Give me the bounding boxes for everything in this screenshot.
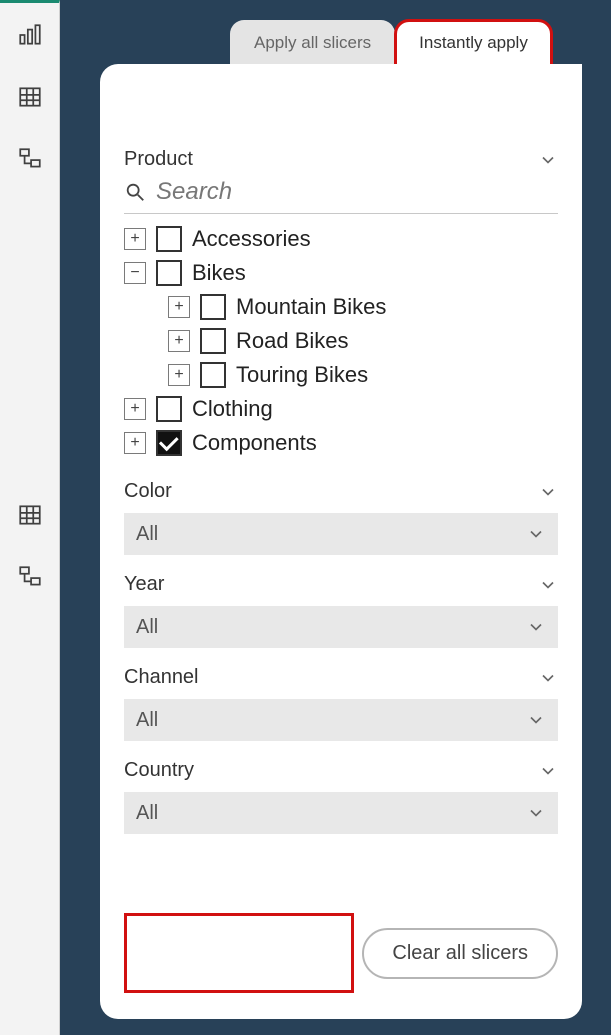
slicer-header[interactable]: Year	[124, 569, 558, 600]
tree-row[interactable]: + Components	[124, 426, 558, 460]
product-tree: +Accessories−Bikes+Mountain Bikes+Road B…	[124, 220, 558, 470]
search-icon	[124, 181, 146, 203]
slicer-title: Channel	[124, 666, 199, 689]
tree-row[interactable]: − Bikes	[124, 256, 558, 290]
dropdown-value: All	[136, 709, 158, 732]
collapse-icon[interactable]: −	[124, 262, 146, 284]
expand-icon[interactable]: +	[124, 398, 146, 420]
slicer-dropdown[interactable]: All	[124, 513, 558, 555]
tree-item-label: Mountain Bikes	[236, 294, 386, 320]
expand-icon[interactable]: +	[124, 228, 146, 250]
slicer-dropdown[interactable]: All	[124, 792, 558, 834]
tree-item-label: Touring Bikes	[236, 362, 368, 388]
checkbox[interactable]	[156, 260, 182, 286]
slicer-year: Year All	[124, 569, 558, 648]
tree-row[interactable]: + Touring Bikes	[124, 358, 558, 392]
table-view-icon[interactable]	[6, 491, 54, 539]
expand-icon[interactable]: +	[168, 330, 190, 352]
left-nav-rail	[0, 0, 60, 1035]
table-view-icon[interactable]	[6, 73, 54, 121]
panel-footer: Clear all slicers	[124, 913, 558, 993]
slicer-header[interactable]: Country	[124, 755, 558, 786]
tree-item-label: Road Bikes	[236, 328, 349, 354]
chevron-down-icon	[538, 150, 558, 170]
checkbox[interactable]	[156, 226, 182, 252]
tree-row[interactable]: + Mountain Bikes	[124, 290, 558, 324]
clear-all-slicers-button[interactable]: Clear all slicers	[362, 928, 558, 979]
dropdown-value: All	[136, 523, 158, 546]
model-view-icon[interactable]	[6, 135, 54, 183]
tree-row[interactable]: + Clothing	[124, 392, 558, 426]
expand-icon[interactable]: +	[168, 296, 190, 318]
tab-label: Instantly apply	[419, 33, 528, 53]
report-view-icon[interactable]	[6, 11, 54, 59]
chevron-down-icon	[526, 710, 546, 730]
checkbox[interactable]	[200, 328, 226, 354]
tree-item-label: Bikes	[192, 260, 246, 286]
dropdown-value: All	[136, 802, 158, 825]
dropdown-value: All	[136, 616, 158, 639]
tab-instantly-apply[interactable]: Instantly apply	[395, 20, 552, 66]
tree-item-label: Clothing	[192, 396, 273, 422]
slicer-country: Country All	[124, 755, 558, 834]
tree-row[interactable]: + Accessories	[124, 222, 558, 256]
slicer-title: Country	[124, 759, 194, 782]
search-input[interactable]	[154, 177, 558, 207]
tab-strip: Apply all slicers Instantly apply	[230, 20, 552, 66]
slicer-panel: Product +Accessories−Bikes+Mountain Bike…	[100, 64, 582, 1019]
slicer-dropdown[interactable]: All	[124, 606, 558, 648]
chevron-down-icon	[538, 575, 558, 595]
slicer-product: Product +Accessories−Bikes+Mountain Bike…	[124, 144, 558, 470]
slicer-header-product[interactable]: Product	[124, 144, 558, 175]
chevron-down-icon	[538, 668, 558, 688]
checkbox[interactable]	[156, 430, 182, 456]
slicer-search-row	[124, 175, 558, 214]
tree-item-label: Components	[192, 430, 317, 456]
checkbox[interactable]	[200, 362, 226, 388]
slicer-color: Color All	[124, 476, 558, 555]
chevron-down-icon	[538, 761, 558, 781]
highlight-annotation	[124, 913, 354, 993]
chevron-down-icon	[526, 803, 546, 823]
chevron-down-icon	[538, 482, 558, 502]
chevron-down-icon	[526, 617, 546, 637]
expand-icon[interactable]: +	[168, 364, 190, 386]
tab-apply-all-slicers[interactable]: Apply all slicers	[230, 20, 395, 66]
tree-row[interactable]: + Road Bikes	[124, 324, 558, 358]
slicer-title: Product	[124, 148, 193, 171]
slicer-dropdown[interactable]: All	[124, 699, 558, 741]
model-view-icon[interactable]	[6, 553, 54, 601]
expand-icon[interactable]: +	[124, 432, 146, 454]
tree-item-label: Accessories	[192, 226, 311, 252]
tab-label: Apply all slicers	[254, 33, 371, 53]
slicer-header[interactable]: Color	[124, 476, 558, 507]
checkbox[interactable]	[156, 396, 182, 422]
slicer-channel: Channel All	[124, 662, 558, 741]
chevron-down-icon	[526, 524, 546, 544]
checkbox[interactable]	[200, 294, 226, 320]
slicer-title: Year	[124, 573, 164, 596]
slicer-title: Color	[124, 480, 172, 503]
slicer-header[interactable]: Channel	[124, 662, 558, 693]
